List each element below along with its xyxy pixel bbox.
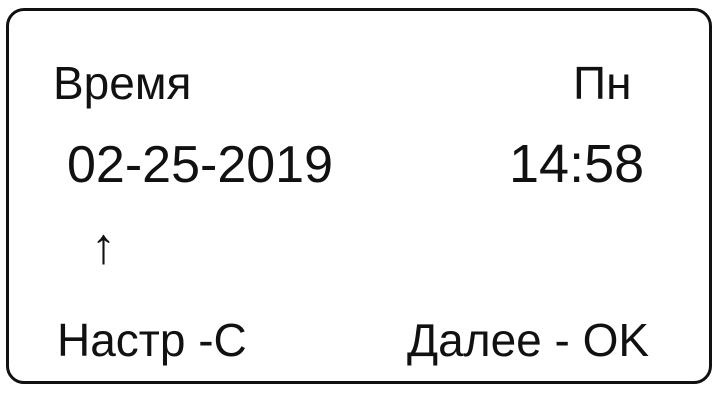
time-setting-title: Время — [53, 57, 192, 109]
setup-key-hint: Настр -C — [57, 314, 247, 366]
clock-time-value: 14:58 — [509, 134, 645, 194]
day-of-week-value: Пн — [573, 57, 632, 109]
up-arrow-icon: ↑ — [91, 218, 116, 274]
lcd-display-panel: Время Пн 02-25-2019 14:58 ↑ Настр -C Дал… — [6, 8, 712, 384]
date-value: 02-25-2019 — [67, 136, 333, 194]
next-key-hint: Далее - OK — [407, 314, 650, 366]
